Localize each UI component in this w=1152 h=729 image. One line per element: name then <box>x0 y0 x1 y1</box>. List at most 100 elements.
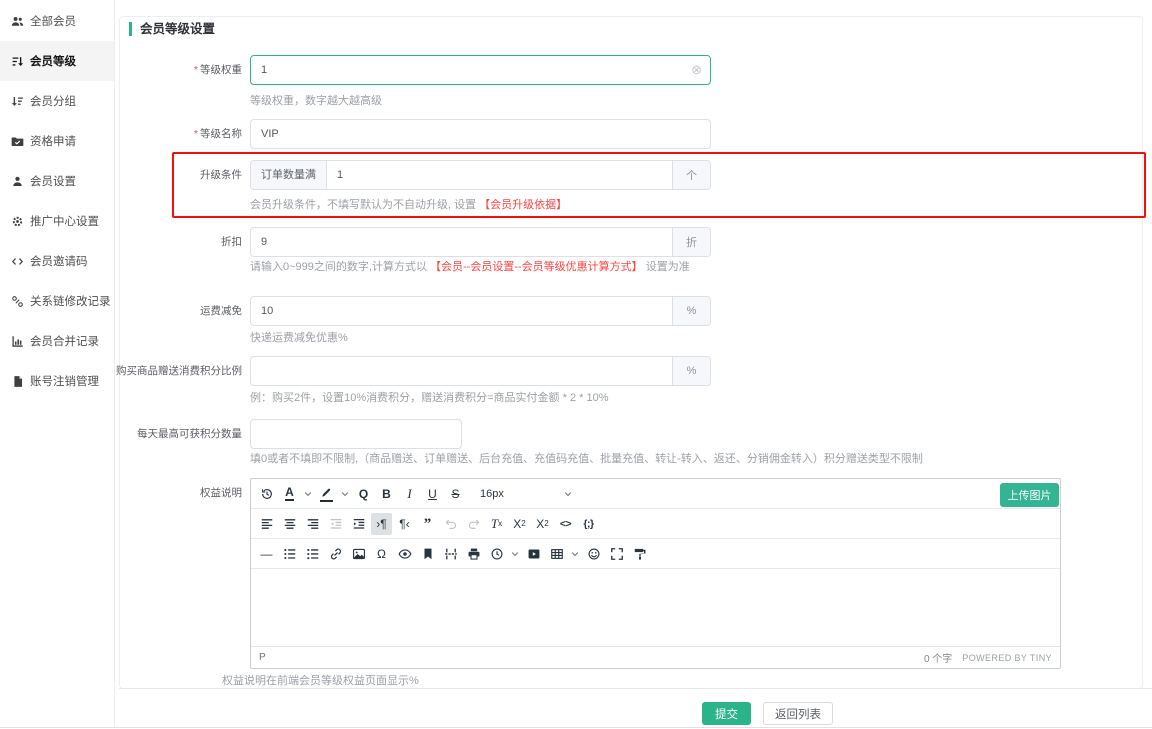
undo-icon[interactable] <box>440 513 461 535</box>
bold-icon[interactable]: B <box>376 483 397 505</box>
preview-icon[interactable] <box>394 543 415 565</box>
discount-settings-link[interactable]: 【会员--会员设置--会员等级优惠计算方式】 <box>430 261 643 273</box>
shipping-discount-input[interactable] <box>251 297 672 325</box>
discount-input[interactable] <box>251 228 672 256</box>
upgrade-basis-link[interactable]: 【会员升级依据】 <box>479 199 567 211</box>
print-icon[interactable] <box>463 543 484 565</box>
anchor-icon[interactable] <box>417 543 438 565</box>
shipping-discount-hint: 快递运费减免优惠% <box>250 329 348 345</box>
required-mark: * <box>194 64 198 76</box>
submit-button[interactable]: 提交 <box>702 702 751 725</box>
emoticons-icon[interactable] <box>583 543 604 565</box>
user-icon <box>11 175 24 188</box>
sidebar-item-label: 关系链修改记录 <box>30 293 111 309</box>
bullet-list-icon[interactable] <box>279 543 300 565</box>
align-left-icon[interactable] <box>256 513 277 535</box>
align-right-icon[interactable] <box>302 513 323 535</box>
sort-amount-icon <box>11 55 24 68</box>
code-sample-icon[interactable]: {;} <box>578 513 599 535</box>
align-center-icon[interactable] <box>279 513 300 535</box>
element-path: P <box>259 652 266 663</box>
fullscreen-icon[interactable] <box>606 543 627 565</box>
points-ratio-input[interactable] <box>251 357 672 385</box>
word-count[interactable]: 0 个字 <box>924 650 952 665</box>
level-weight-label: *等级权重 <box>194 55 242 85</box>
table-dropdown-icon[interactable] <box>569 543 581 565</box>
superscript-icon[interactable]: X2 <box>532 513 553 535</box>
ltr-icon[interactable]: ›¶ <box>371 513 392 535</box>
format-painter-icon[interactable] <box>629 543 650 565</box>
strikethrough-icon[interactable]: S <box>445 483 466 505</box>
blockquote-icon[interactable]: ” <box>417 513 438 535</box>
indent-icon[interactable] <box>348 513 369 535</box>
powered-by-tiny[interactable]: POWERED BY TINY <box>962 653 1052 663</box>
sidebar-item-label: 资格申请 <box>30 133 76 149</box>
discount-label: 折扣 <box>221 227 242 257</box>
daily-points-cap-field <box>250 419 462 449</box>
points-ratio-unit: % <box>672 357 710 385</box>
upgrade-condition-unit: 个 <box>672 161 710 189</box>
redo-icon[interactable] <box>463 513 484 535</box>
sidebar-item-label: 会员合并记录 <box>30 333 99 349</box>
sidebar-item-merge-log[interactable]: 会员合并记录 <box>0 321 114 361</box>
points-ratio-label: 购买商品赠送消费积分比例 <box>116 356 242 386</box>
sidebar-item-member-level[interactable]: 会员等级 <box>0 41 114 81</box>
clear-icon[interactable]: ⊗ <box>691 63 702 76</box>
level-name-field <box>250 119 711 149</box>
highlight-color-icon[interactable] <box>316 483 337 505</box>
link-icon[interactable] <box>325 543 346 565</box>
insert-datetime-icon[interactable] <box>486 543 507 565</box>
sidebar-item-member-settings[interactable]: 会员设置 <box>0 161 114 201</box>
level-weight-field: ⊗ <box>250 55 711 85</box>
sidebar-item-label: 会员等级 <box>30 53 76 69</box>
sidebar-item-invite-code[interactable]: 会员邀请码 <box>0 241 114 281</box>
text-color-icon[interactable]: A <box>279 483 300 505</box>
sidebar-item-all-members[interactable]: 全部会员 <box>0 1 114 41</box>
rtl-icon[interactable]: ¶‹ <box>394 513 415 535</box>
back-to-list-button[interactable]: 返回列表 <box>763 702 833 725</box>
daily-points-cap-input[interactable] <box>250 419 462 449</box>
sidebar-item-qualification[interactable]: 资格申请 <box>0 121 114 161</box>
footer-bar <box>119 688 1152 727</box>
restore-draft-icon[interactable] <box>256 483 277 505</box>
subscript-icon[interactable]: X2 <box>509 513 530 535</box>
media-icon[interactable] <box>523 543 544 565</box>
editor-toolbar-row-1: A Q B I U S 16px <box>251 479 1060 509</box>
text-color-dropdown-icon[interactable] <box>302 483 314 505</box>
sidebar-item-promotion-settings[interactable]: 推广中心设置 <box>0 201 114 241</box>
level-weight-input[interactable] <box>250 55 711 85</box>
table-icon[interactable] <box>546 543 567 565</box>
upgrade-condition-input[interactable] <box>327 161 672 189</box>
level-name-input[interactable] <box>250 119 711 149</box>
level-name-label: *等级名称 <box>194 119 242 149</box>
sidebar-item-relation-log[interactable]: 关系链修改记录 <box>0 281 114 321</box>
discount-hint: 请输入0~999之间的数字,计算方式以 【会员--会员设置--会员等级优惠计算方… <box>250 258 690 274</box>
outdent-icon[interactable] <box>325 513 346 535</box>
datetime-dropdown-icon[interactable] <box>509 543 521 565</box>
sidebar-item-account-cancellation[interactable]: 账号注销管理 <box>0 361 114 401</box>
sidebar-item-member-group[interactable]: 会员分组 <box>0 81 114 121</box>
font-size-select[interactable]: 16px <box>474 483 578 505</box>
italic-icon[interactable]: I <box>399 483 420 505</box>
discount-field: 折 <box>250 227 711 257</box>
numbered-list-icon[interactable] <box>302 543 323 565</box>
inline-code-icon[interactable]: <> <box>555 513 576 535</box>
discount-unit: 折 <box>672 228 710 256</box>
link-icon <box>11 295 24 308</box>
search-replace-icon[interactable]: Q <box>353 483 374 505</box>
image-icon[interactable] <box>348 543 369 565</box>
highlight-color-dropdown-icon[interactable] <box>339 483 351 505</box>
horizontal-rule-icon[interactable]: — <box>256 543 277 565</box>
sidebar: 全部会员 会员等级 会员分组 资格申请 会员设置 推广中心设置 会员邀请码 关系… <box>0 0 115 727</box>
page-break-icon[interactable] <box>440 543 461 565</box>
clear-format-icon[interactable]: Tx <box>486 513 507 535</box>
file-icon <box>11 375 24 388</box>
code-icon <box>11 255 24 268</box>
editor-content-area[interactable] <box>251 569 1060 646</box>
underline-icon[interactable]: U <box>422 483 443 505</box>
upload-image-button[interactable]: 上传图片 <box>1000 483 1059 507</box>
points-ratio-field: % <box>250 356 711 386</box>
chevron-down-icon <box>564 490 572 498</box>
page-title: 会员等级设置 <box>129 22 215 36</box>
special-character-icon[interactable]: Ω <box>371 543 392 565</box>
